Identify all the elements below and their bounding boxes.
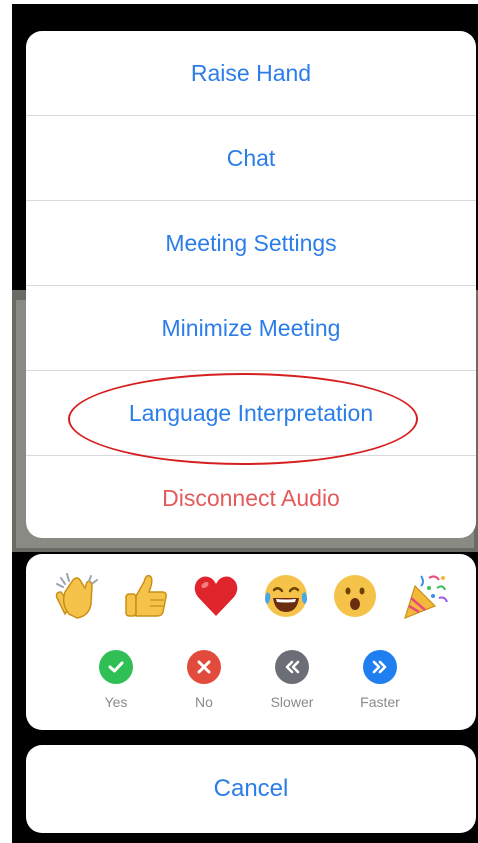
no-label: No [195,694,213,710]
action-menu: Raise Hand Chat Meeting Settings Minimiz… [26,31,476,538]
red-heart-reaction[interactable] [188,568,244,624]
chat-button[interactable]: Chat [26,116,476,201]
cancel-button[interactable]: Cancel [26,745,476,833]
chat-label: Chat [226,144,276,171]
nonverbal-feedback-row: Yes No Slower Faster [78,650,418,710]
thumbs-up-icon [125,574,168,617]
faster-label: Faster [360,694,400,710]
disconnect-audio-button[interactable]: Disconnect Audio [26,456,476,538]
raise-hand-button[interactable]: Raise Hand [26,31,476,116]
yes-feedback-button[interactable]: Yes [78,650,154,710]
slower-label: Slower [270,694,314,710]
fast-forward-icon [363,650,397,684]
language-interpretation-button[interactable]: Language Interpretation [26,371,476,456]
reactions-panel: Yes No Slower Faster [26,554,476,730]
meeting-settings-label: Meeting Settings [165,229,337,256]
clapping-hands-reaction[interactable] [49,568,105,624]
minimize-meeting-button[interactable]: Minimize Meeting [26,286,476,371]
slower-feedback-button[interactable]: Slower [254,650,330,710]
minimize-meeting-label: Minimize Meeting [161,314,341,341]
meeting-settings-button[interactable]: Meeting Settings [26,201,476,286]
red-heart-icon [194,576,238,616]
tears-of-joy-icon [264,575,307,617]
cancel-sheet: Cancel [26,745,476,833]
surprised-face-icon [334,575,377,617]
emoji-reactions-row [26,568,476,624]
raise-hand-label: Raise Hand [190,59,312,86]
party-popper-reaction[interactable] [397,568,453,624]
rewind-icon [275,650,309,684]
no-feedback-button[interactable]: No [166,650,242,710]
surprised-face-reaction[interactable] [327,568,383,624]
tears-of-joy-reaction[interactable] [258,568,314,624]
yes-label: Yes [104,694,128,710]
check-icon [99,650,133,684]
faster-feedback-button[interactable]: Faster [342,650,418,710]
disconnect-audio-label: Disconnect Audio [162,484,340,511]
language-interpretation-label: Language Interpretation [128,399,374,426]
thumbs-up-reaction[interactable] [118,568,174,624]
cancel-label: Cancel [213,775,289,802]
clapping-hands-icon [55,573,98,619]
party-popper-icon [404,575,449,620]
x-icon [187,650,221,684]
